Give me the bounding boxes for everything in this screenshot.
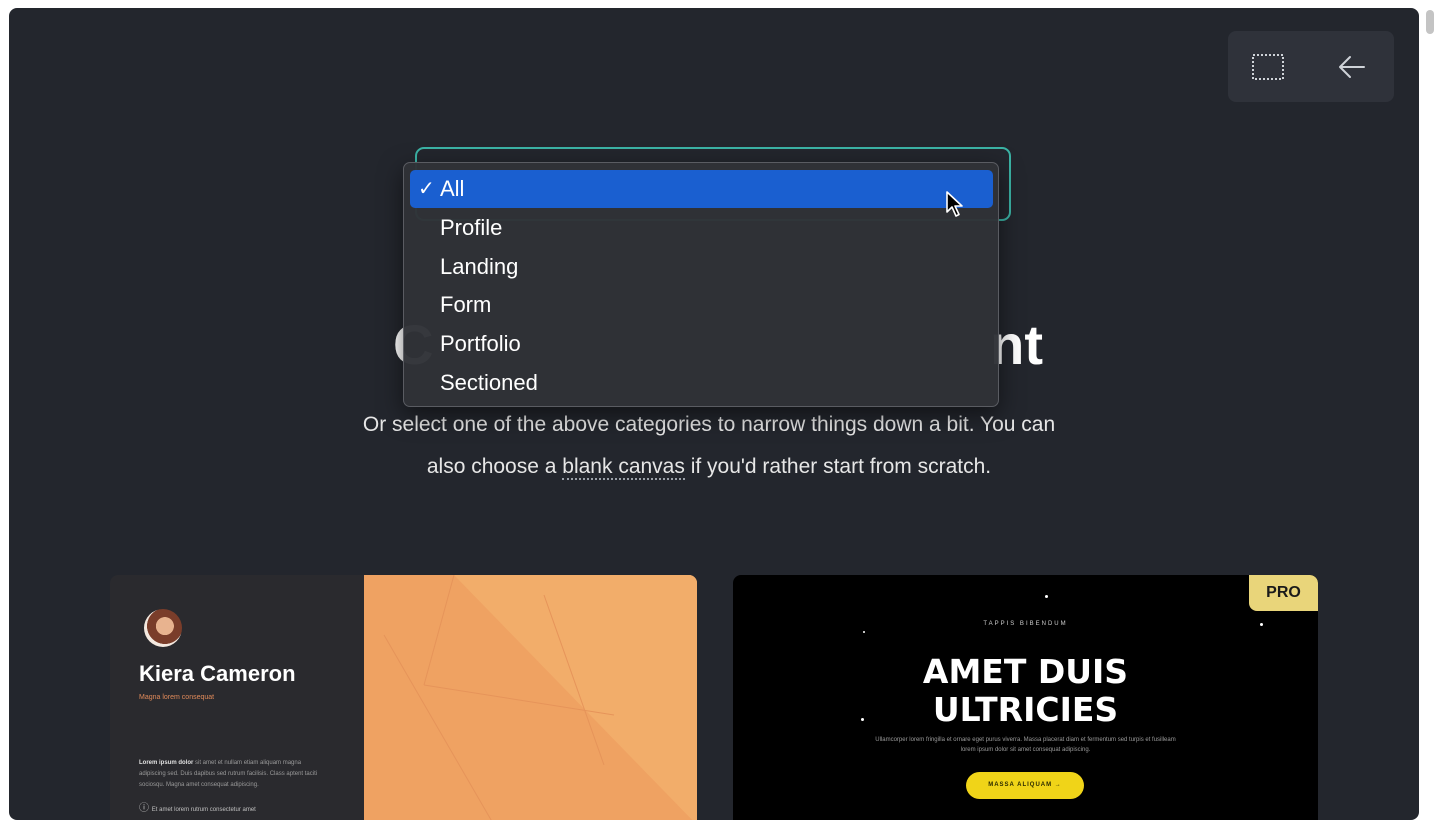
dropdown-option-form[interactable]: Form xyxy=(410,286,993,324)
option-label: All xyxy=(440,176,465,201)
option-label: Profile xyxy=(440,215,503,240)
intro-line-2-end: if you'd rather start from scratch. xyxy=(684,455,992,478)
option-label: Sectioned xyxy=(440,370,538,395)
intro-line-2: also choose a blank canvas if you'd rath… xyxy=(259,446,1159,488)
avatar xyxy=(144,609,182,647)
pin-text: Et amet lorem rutrum consectetur amet xyxy=(151,807,256,813)
template-pin-text: ⓘ Et amet lorem rutrum consectetur amet xyxy=(139,799,256,814)
dropdown-option-all[interactable]: ✓ All xyxy=(410,170,993,208)
blank-canvas-link[interactable]: blank canvas xyxy=(562,455,685,480)
template-title-line-1: AMET DUIS xyxy=(922,652,1129,691)
dropdown-option-profile[interactable]: Profile xyxy=(410,209,993,247)
abstract-lines-image xyxy=(364,575,697,820)
dropdown-option-sectioned[interactable]: Sectioned xyxy=(410,364,993,402)
template-card-profile[interactable]: Kiera Cameron Magna lorem consequat Lore… xyxy=(110,575,697,820)
scrollbar-thumb[interactable] xyxy=(1426,10,1434,34)
back-button[interactable] xyxy=(1312,31,1392,102)
select-area-button[interactable] xyxy=(1228,31,1308,102)
dropdown-option-portfolio[interactable]: Portfolio xyxy=(410,325,993,363)
template-title-line-2: ULTRICIES xyxy=(932,690,1119,729)
template-body-bold: Lorem ipsum dolor xyxy=(139,760,194,766)
mouse-cursor-icon xyxy=(946,191,963,217)
template-cta-button: MASSA ALIQUAM → xyxy=(966,772,1084,799)
card-left-panel: Kiera Cameron Magna lorem consequat Lore… xyxy=(110,575,364,820)
template-subtitle: Magna lorem consequat xyxy=(139,694,215,701)
template-name: Kiera Cameron xyxy=(139,661,296,686)
intro-line-2-start: also choose a xyxy=(426,455,563,478)
dropdown-option-landing[interactable]: Landing xyxy=(410,248,993,286)
template-body: Ullamcorper lorem fringilla et ornare eg… xyxy=(875,737,1176,753)
star-dot xyxy=(863,631,865,633)
card-image-panel xyxy=(364,575,697,820)
category-dropdown-menu: ✓ All Profile Landing Form Portfolio Sec… xyxy=(403,162,999,407)
checkmark-icon: ✓ xyxy=(418,178,435,200)
template-body: Lorem ipsum dolor sit amet et nullam eti… xyxy=(139,758,329,791)
dotted-rectangle-icon xyxy=(1252,53,1284,80)
intro-text: Or select one of the above categories to… xyxy=(259,404,1159,488)
pro-badge: PRO xyxy=(1249,575,1318,611)
template-kicker: TAPPIS BIBENDUM xyxy=(983,621,1068,627)
option-label: Portfolio xyxy=(440,331,521,356)
toolbar xyxy=(1228,31,1394,102)
arrow-left-icon xyxy=(1339,55,1365,78)
star-dot xyxy=(1045,595,1048,598)
intro-line-1: Or select one of the above categories to… xyxy=(362,413,1056,436)
option-label: Landing xyxy=(440,254,519,279)
info-circle-icon: ⓘ xyxy=(139,803,149,814)
template-title: AMET DUIS ULTRICIES xyxy=(733,653,1318,729)
option-label: Form xyxy=(440,292,492,317)
template-card-landing[interactable]: PRO TAPPIS BIBENDUM AMET DUIS ULTRICIES … xyxy=(733,575,1318,820)
template-picker-window: C nt Or select one of the above categori… xyxy=(9,8,1419,820)
scrollbar[interactable] xyxy=(1421,0,1446,821)
